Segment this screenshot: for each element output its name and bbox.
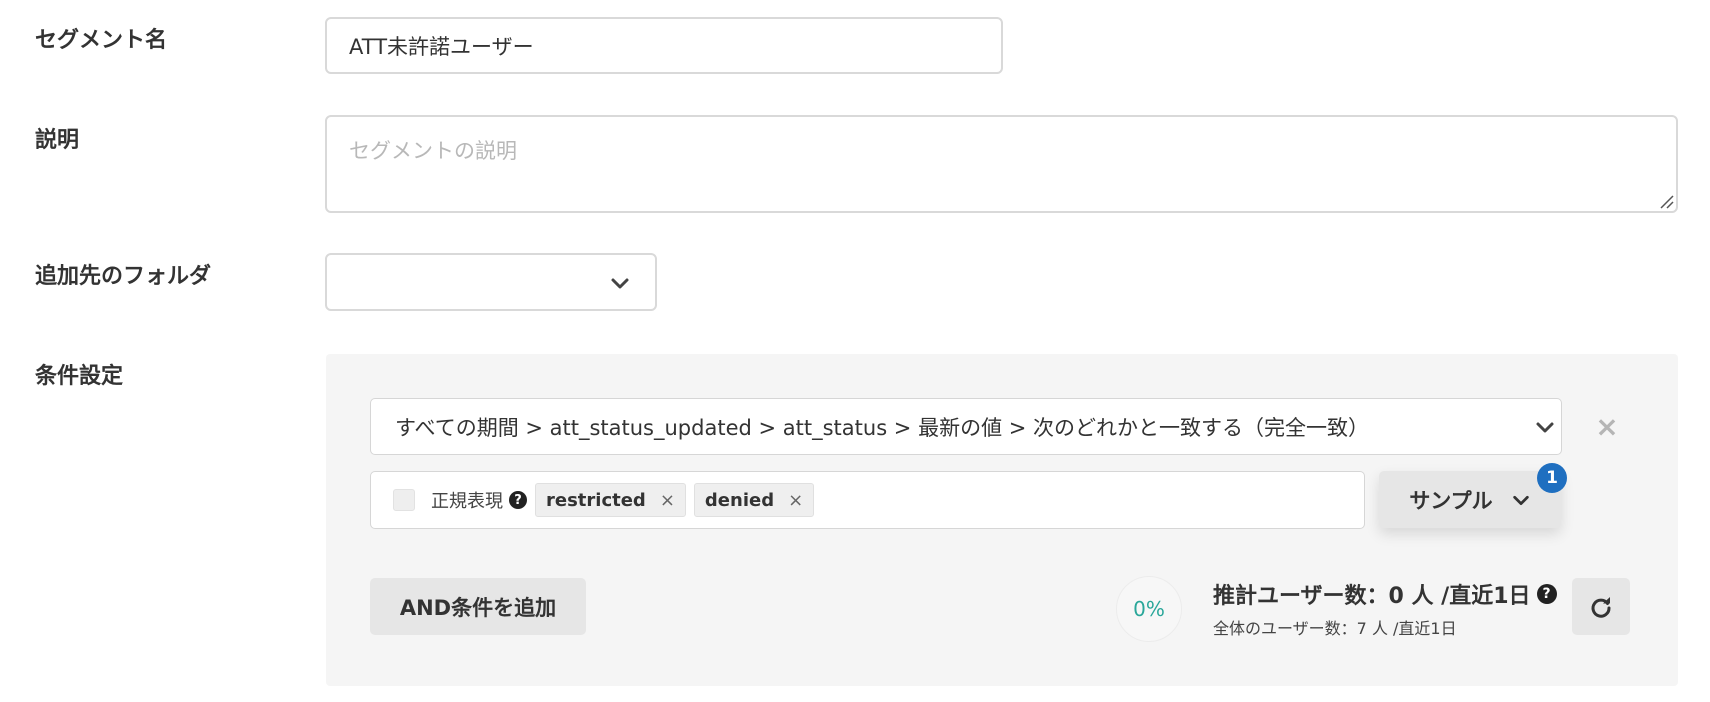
resize-grip-icon[interactable] [1658, 193, 1674, 209]
conditions-label: 条件設定 [35, 364, 124, 389]
condition-values-input[interactable]: 正規表現 ? restricted × denied × [370, 471, 1365, 529]
tag-remove-icon[interactable]: × [788, 490, 803, 511]
value-tag: denied × [693, 483, 815, 517]
segment-name-input[interactable] [325, 17, 1003, 74]
regex-label: 正規表現 [431, 491, 503, 512]
description-textarea[interactable] [325, 115, 1678, 213]
condition-path-select[interactable]: すべての期間 > att_status_updated > att_status… [370, 398, 1562, 455]
sample-count-badge: 1 [1537, 463, 1567, 493]
description-label: 説明 [35, 128, 80, 153]
chevron-down-icon [1512, 495, 1529, 505]
close-icon: × [1595, 409, 1619, 443]
folder-label: 追加先のフォルダ [35, 264, 212, 289]
tag-label: denied [704, 489, 775, 511]
condition-path-text: すべての期間 > att_status_updated > att_status… [395, 415, 1370, 440]
regex-checkbox[interactable] [393, 489, 415, 511]
segment-name-label: セグメント名 [35, 28, 168, 53]
sample-button-label: サンプル [1409, 488, 1493, 513]
value-tag: restricted × [535, 483, 686, 517]
chevron-down-icon [1536, 422, 1554, 433]
chevron-down-icon [611, 278, 629, 289]
question-circle-icon[interactable]: ? [1536, 584, 1557, 604]
estimate-percent-ring: 0% [1116, 576, 1182, 642]
estimated-users-text: 推計ユーザー数：0 人 /直近1日 [1213, 584, 1531, 609]
add-and-condition-button[interactable]: AND条件を追加 [370, 578, 586, 635]
total-users-text: 全体のユーザー数：7 人 /直近1日 [1213, 619, 1457, 638]
refresh-icon [1591, 596, 1611, 618]
estimated-users-title: 推計ユーザー数：0 人 /直近1日 ? [1213, 578, 1565, 610]
tag-label: restricted [546, 489, 646, 511]
sample-button[interactable]: サンプル [1379, 471, 1561, 528]
tag-remove-icon[interactable]: × [660, 490, 675, 511]
question-circle-icon[interactable]: ? [509, 491, 527, 509]
estimate-percent-text: 0% [1133, 597, 1165, 621]
folder-select[interactable] [325, 253, 657, 311]
remove-condition-button[interactable]: × [1593, 409, 1621, 443]
refresh-button[interactable] [1572, 578, 1630, 635]
